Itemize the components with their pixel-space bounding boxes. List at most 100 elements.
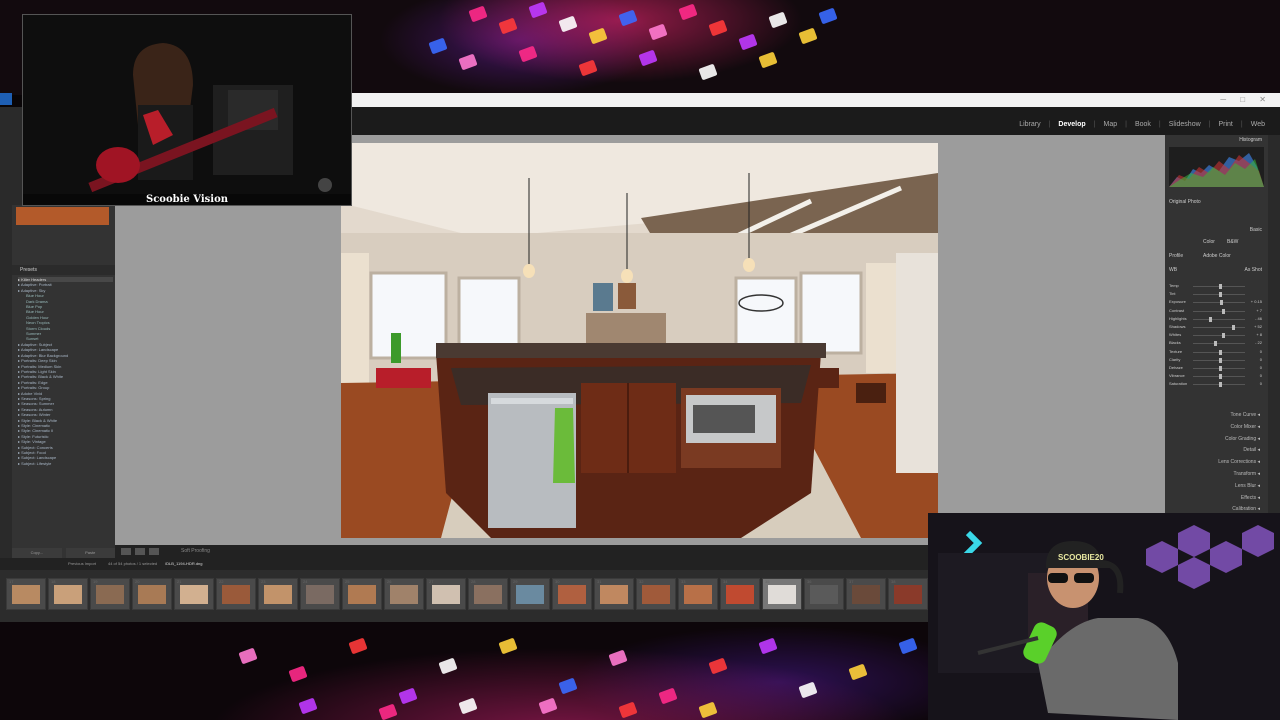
filmstrip-thumb[interactable]: 35 (762, 578, 802, 610)
section-effects[interactable]: Effects ◂ (1241, 495, 1260, 501)
thumb-image (810, 585, 838, 604)
slider-thumb[interactable] (1219, 284, 1222, 289)
slider-thumb[interactable] (1219, 374, 1222, 380)
slider-track[interactable] (1193, 300, 1245, 306)
slider-track[interactable] (1193, 341, 1245, 347)
slider-track[interactable] (1193, 349, 1245, 355)
slider-value[interactable]: 0 (1260, 365, 1262, 370)
slider-value[interactable]: + 52 (1254, 324, 1262, 329)
filmstrip-thumb[interactable]: 29 (510, 578, 550, 610)
slider-value[interactable]: 0 (1260, 357, 1262, 362)
slider-thumb[interactable] (1221, 333, 1225, 339)
before-after-icon[interactable] (135, 548, 145, 555)
navigator-thumbnail[interactable] (16, 207, 109, 225)
filmstrip-thumb[interactable]: 17 (6, 578, 46, 610)
section-transform[interactable]: Transform ◂ (1234, 471, 1261, 477)
filmstrip-thumb[interactable]: 25 (342, 578, 382, 610)
slider-thumb[interactable] (1219, 382, 1222, 388)
thumb-number: 31 (597, 579, 602, 584)
slider-thumb[interactable] (1232, 325, 1235, 330)
slider-thumb[interactable] (1219, 349, 1222, 355)
preset-item[interactable]: ▸ Subject: Lifestyle (18, 461, 113, 466)
soft-proofing-checkbox[interactable]: Soft Proofing (181, 548, 210, 554)
slider-value[interactable]: - 46 (1255, 316, 1262, 321)
treatment-color[interactable]: Color (1203, 239, 1215, 245)
module-book[interactable]: Book (1134, 121, 1152, 128)
module-web[interactable]: Web (1250, 121, 1266, 128)
main-photo[interactable] (341, 143, 938, 538)
filmstrip-thumb[interactable]: 26 (384, 578, 424, 610)
paste-button[interactable]: Paste (65, 548, 115, 558)
slider-thumb[interactable] (1219, 357, 1222, 363)
filmstrip-thumb[interactable]: 19 (90, 578, 130, 610)
slider-thumb[interactable] (1219, 366, 1222, 371)
slider-track[interactable] (1193, 308, 1245, 314)
slider-thumb[interactable] (1213, 341, 1217, 347)
filmstrip-thumb[interactable]: 20 (132, 578, 172, 610)
histogram[interactable] (1169, 147, 1264, 187)
filmstrip-thumb[interactable]: 24 (300, 578, 340, 610)
filmstrip-thumb[interactable]: 30 (552, 578, 592, 610)
slider-label: Tint (1169, 291, 1176, 297)
filmstrip-thumb[interactable]: 18 (48, 578, 88, 610)
previous-import-source[interactable]: Previous Import (68, 561, 96, 566)
original-photo-checkbox[interactable]: Original Photo (1169, 199, 1201, 205)
module-library[interactable]: Library (1018, 121, 1041, 128)
loupe-view-icon[interactable] (121, 548, 131, 555)
section-calibration[interactable]: Calibration ◂ (1232, 506, 1260, 512)
thumb-number: 33 (681, 579, 686, 584)
section-tone-curve[interactable]: Tone Curve ◂ (1231, 412, 1260, 418)
section-lens-corrections[interactable]: Lens Corrections ◂ (1218, 459, 1260, 465)
basic-section-header[interactable]: Basic (1250, 227, 1262, 233)
slider-track[interactable] (1193, 292, 1245, 298)
section-color-grading[interactable]: Color Grading ◂ (1225, 436, 1260, 442)
filmstrip-thumb[interactable]: 27 (426, 578, 466, 610)
slider-thumb[interactable] (1208, 316, 1212, 322)
compare-view-icon[interactable] (149, 548, 159, 555)
slider-thumb[interactable] (1220, 300, 1224, 306)
module-develop[interactable]: Develop (1057, 121, 1086, 128)
window-controls-icon[interactable]: ─ □ ✕ (1220, 95, 1272, 104)
slider-track[interactable] (1193, 325, 1245, 330)
module-map[interactable]: Map (1102, 121, 1118, 128)
section-detail[interactable]: Detail ◂ (1243, 447, 1260, 453)
filmstrip-thumb[interactable]: 23 (258, 578, 298, 610)
section-lens-blur[interactable]: Lens Blur ◂ (1235, 483, 1260, 489)
filmstrip-thumb[interactable]: 31 (594, 578, 634, 610)
slider-thumb[interactable] (1221, 308, 1225, 314)
profile-dropdown[interactable]: Adobe Color (1203, 253, 1231, 259)
filmstrip-thumb[interactable]: 21 (174, 578, 214, 610)
slider-value[interactable]: + 8 (1256, 332, 1262, 337)
treatment-bw[interactable]: B&W (1227, 239, 1238, 245)
slider-thumb[interactable] (1219, 292, 1222, 298)
slider-track[interactable] (1193, 374, 1245, 380)
filmstrip-thumb[interactable]: 38 (888, 578, 928, 610)
wb-dropdown[interactable]: As Shot (1244, 267, 1262, 273)
filmstrip-thumb[interactable]: 32 (636, 578, 676, 610)
slider-value[interactable]: + 0.15 (1251, 299, 1262, 304)
slider-track[interactable] (1193, 357, 1245, 363)
slider-track[interactable] (1193, 382, 1245, 388)
slider-value[interactable]: 0 (1260, 381, 1262, 386)
filmstrip-thumb[interactable]: 33 (678, 578, 718, 610)
slider-value[interactable]: 0 (1260, 349, 1262, 354)
filmstrip-thumb[interactable]: 22 (216, 578, 256, 610)
slider-value[interactable]: + 7 (1256, 308, 1262, 313)
slider-value[interactable]: 0 (1260, 373, 1262, 378)
slider-track[interactable] (1193, 366, 1245, 371)
slider-track[interactable] (1193, 316, 1245, 322)
module-print[interactable]: Print (1217, 121, 1233, 128)
filmstrip-thumb[interactable]: 36 (804, 578, 844, 610)
filmstrip-thumb[interactable]: 37 (846, 578, 886, 610)
slider-track[interactable] (1193, 333, 1245, 339)
right-panel: Histogram Original Photo Basic Color B&W… (1165, 135, 1268, 548)
slider-track[interactable] (1193, 284, 1245, 289)
copy-button[interactable]: Copy... (12, 548, 62, 558)
presets-header[interactable]: Presets (12, 265, 115, 275)
histogram-header[interactable]: Histogram (1239, 137, 1262, 143)
filmstrip-thumb[interactable]: 34 (720, 578, 760, 610)
slider-value[interactable]: - 22 (1255, 340, 1262, 345)
module-slideshow[interactable]: Slideshow (1168, 121, 1202, 128)
filmstrip-thumb[interactable]: 28 (468, 578, 508, 610)
section-color-mixer[interactable]: Color Mixer ◂ (1231, 424, 1260, 430)
